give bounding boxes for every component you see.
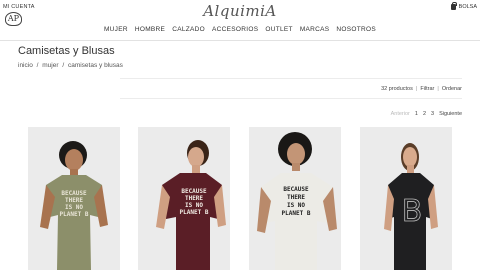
breadcrumb: inicio / mujer / camisetas y blusas <box>18 62 125 69</box>
product-card[interactable]: BECAUSE THERE IS NO PLANET B <box>28 127 120 270</box>
shopping-bag-icon <box>450 2 457 10</box>
product-card[interactable]: B <box>360 127 452 270</box>
toolbar-separator: | <box>415 86 418 92</box>
nav-item-accesorios[interactable]: ACCESORIOS <box>212 26 258 33</box>
product-count: 32 productos <box>381 86 413 92</box>
toolbar-divider <box>120 78 462 79</box>
breadcrumb-separator: / <box>36 62 39 69</box>
product-card[interactable]: BECAUSE THERE IS NO PLANET B <box>138 127 230 270</box>
filter-button[interactable]: Filtrar <box>420 86 434 92</box>
shirt-print-text: IS NO <box>185 202 203 209</box>
nav-item-nosotros[interactable]: NOSOTROS <box>336 26 376 33</box>
pagination-next[interactable]: Siguiente <box>439 111 462 117</box>
nav-item-marcas[interactable]: MARCAS <box>300 26 330 33</box>
pagination-prev[interactable]: Anterior <box>391 111 410 117</box>
shirt-print-text: THERE <box>185 195 203 202</box>
breadcrumb-home[interactable]: inicio <box>18 62 33 69</box>
breadcrumb-mujer[interactable]: mujer <box>42 62 58 69</box>
shirt-print-text: THERE <box>65 197 83 204</box>
main-nav: MUJER HOMBRE CALZADO ACCESORIOS OUTLET M… <box>0 26 480 33</box>
shirt-print-text: BECAUSE <box>181 188 207 195</box>
product-card[interactable]: BECAUSE THERE IS NO PLANET B <box>249 127 341 270</box>
pagination-page-2[interactable]: 2 <box>423 111 426 117</box>
shirt-print-text: BECAUSE <box>61 190 87 197</box>
pagination-page-3[interactable]: 3 <box>431 111 434 117</box>
bag-link[interactable]: BOLSA <box>450 2 477 10</box>
nav-item-outlet[interactable]: OUTLET <box>265 26 292 33</box>
shirt-print-text: THERE <box>287 194 305 201</box>
product-image: BECAUSE THERE IS NO PLANET B <box>28 127 120 270</box>
product-image: BECAUSE THERE IS NO PLANET B <box>138 127 230 270</box>
page-title: Camisetas y Blusas <box>18 45 115 57</box>
listing-toolbar: 32 productos | Filtrar | Ordenar <box>381 86 462 92</box>
top-bar: MI CUENTA AP AlquimiA BOLSA <box>0 0 480 40</box>
shirt-print-text: PLANET B <box>282 210 311 217</box>
brand-logo[interactable]: AlquimiA <box>0 2 480 20</box>
pagination-page-1[interactable]: 1 <box>415 111 418 117</box>
shirt-print-text: PLANET B <box>180 209 209 216</box>
header-divider <box>0 40 480 41</box>
sort-button[interactable]: Ordenar <box>442 86 462 92</box>
breadcrumb-separator: / <box>62 62 65 69</box>
shirt-print-text: B <box>402 194 423 229</box>
shirt-print-text: PLANET B <box>60 211 89 218</box>
shirt-print-text: IS NO <box>287 202 305 209</box>
nav-item-mujer[interactable]: MUJER <box>104 26 128 33</box>
nav-item-calzado[interactable]: CALZADO <box>172 26 205 33</box>
product-image: B <box>360 127 452 270</box>
product-grid: BECAUSE THERE IS NO PLANET B BECAUSE THE… <box>28 127 460 270</box>
product-image: BECAUSE THERE IS NO PLANET B <box>249 127 341 270</box>
toolbar-separator: | <box>437 86 439 92</box>
shirt-print-text: BECAUSE <box>283 186 309 193</box>
shirt-print-text: IS NO <box>65 204 83 211</box>
bag-label: BOLSA <box>458 4 477 10</box>
toolbar-divider-bottom <box>120 98 462 99</box>
pagination: Anterior 1 2 3 Siguiente <box>391 111 462 117</box>
breadcrumb-current: camisetas y blusas <box>67 62 123 69</box>
nav-item-hombre[interactable]: HOMBRE <box>135 26 165 33</box>
